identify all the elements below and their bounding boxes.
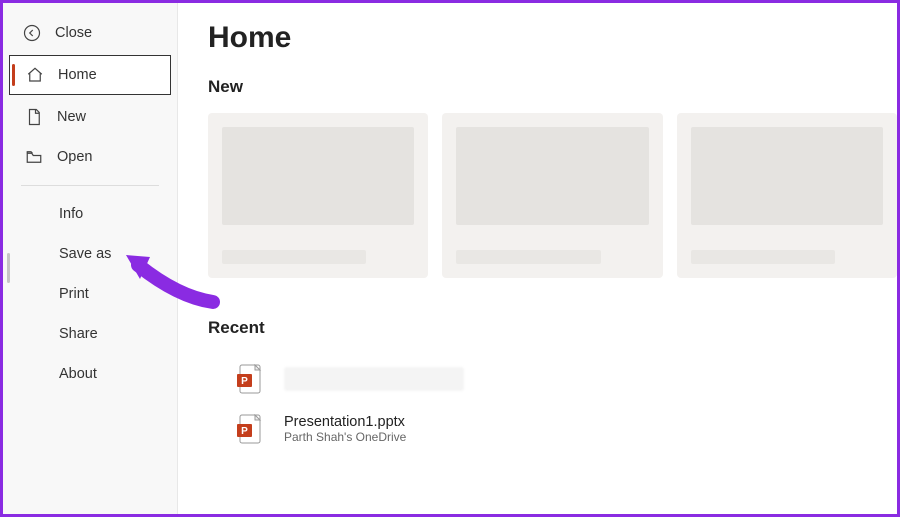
- home-icon: [26, 66, 44, 84]
- recent-item[interactable]: P: [208, 354, 897, 404]
- template-row: [208, 113, 897, 278]
- scroll-indicator: [7, 253, 10, 283]
- recent-text: Presentation1.pptx Parth Shah's OneDrive: [284, 414, 406, 444]
- share-label: Share: [59, 326, 98, 342]
- sidebar: Close Home New Open Info Save as: [3, 3, 178, 514]
- new-file-icon: [25, 108, 43, 126]
- template-card[interactable]: [442, 113, 662, 278]
- sidebar-item-share[interactable]: Share: [3, 314, 177, 354]
- template-label-placeholder: [691, 250, 835, 264]
- new-section-title: New: [208, 77, 897, 97]
- page-title: Home: [208, 21, 897, 55]
- svg-text:P: P: [241, 426, 248, 437]
- template-preview: [222, 127, 414, 225]
- sidebar-item-info[interactable]: Info: [3, 194, 177, 234]
- sidebar-item-about[interactable]: About: [3, 354, 177, 394]
- powerpoint-file-icon: P: [236, 414, 262, 444]
- sidebar-item-new[interactable]: New: [3, 97, 177, 137]
- template-preview: [691, 127, 883, 225]
- back-arrow-icon: [23, 24, 41, 42]
- about-label: About: [59, 366, 97, 382]
- sidebar-item-saveas[interactable]: Save as: [3, 234, 177, 274]
- home-label: Home: [58, 67, 97, 83]
- template-card[interactable]: [677, 113, 897, 278]
- saveas-label: Save as: [59, 246, 111, 262]
- open-label: Open: [57, 149, 92, 165]
- recent-item[interactable]: P Presentation1.pptx Parth Shah's OneDri…: [208, 404, 897, 454]
- template-card[interactable]: [208, 113, 428, 278]
- new-label: New: [57, 109, 86, 125]
- svg-text:P: P: [241, 376, 248, 387]
- sidebar-separator: [21, 185, 159, 186]
- main-panel: Home New Recent P: [178, 3, 897, 514]
- folder-open-icon: [25, 148, 43, 166]
- close-button[interactable]: Close: [3, 13, 177, 53]
- recent-file-name: Presentation1.pptx: [284, 414, 406, 430]
- close-label: Close: [55, 25, 92, 41]
- print-label: Print: [59, 286, 89, 302]
- sidebar-item-open[interactable]: Open: [3, 137, 177, 177]
- template-preview: [456, 127, 648, 225]
- template-label-placeholder: [456, 250, 600, 264]
- powerpoint-file-icon: P: [236, 364, 262, 394]
- template-label-placeholder: [222, 250, 366, 264]
- recent-file-location: Parth Shah's OneDrive: [284, 430, 406, 444]
- recent-list: P P Presentation1.pptx Parth Shah's OneD…: [208, 354, 897, 454]
- info-label: Info: [59, 206, 83, 222]
- recent-name-redacted: [284, 367, 464, 391]
- sidebar-item-print[interactable]: Print: [3, 274, 177, 314]
- recent-section-title: Recent: [208, 318, 897, 338]
- sidebar-item-home[interactable]: Home: [9, 55, 171, 95]
